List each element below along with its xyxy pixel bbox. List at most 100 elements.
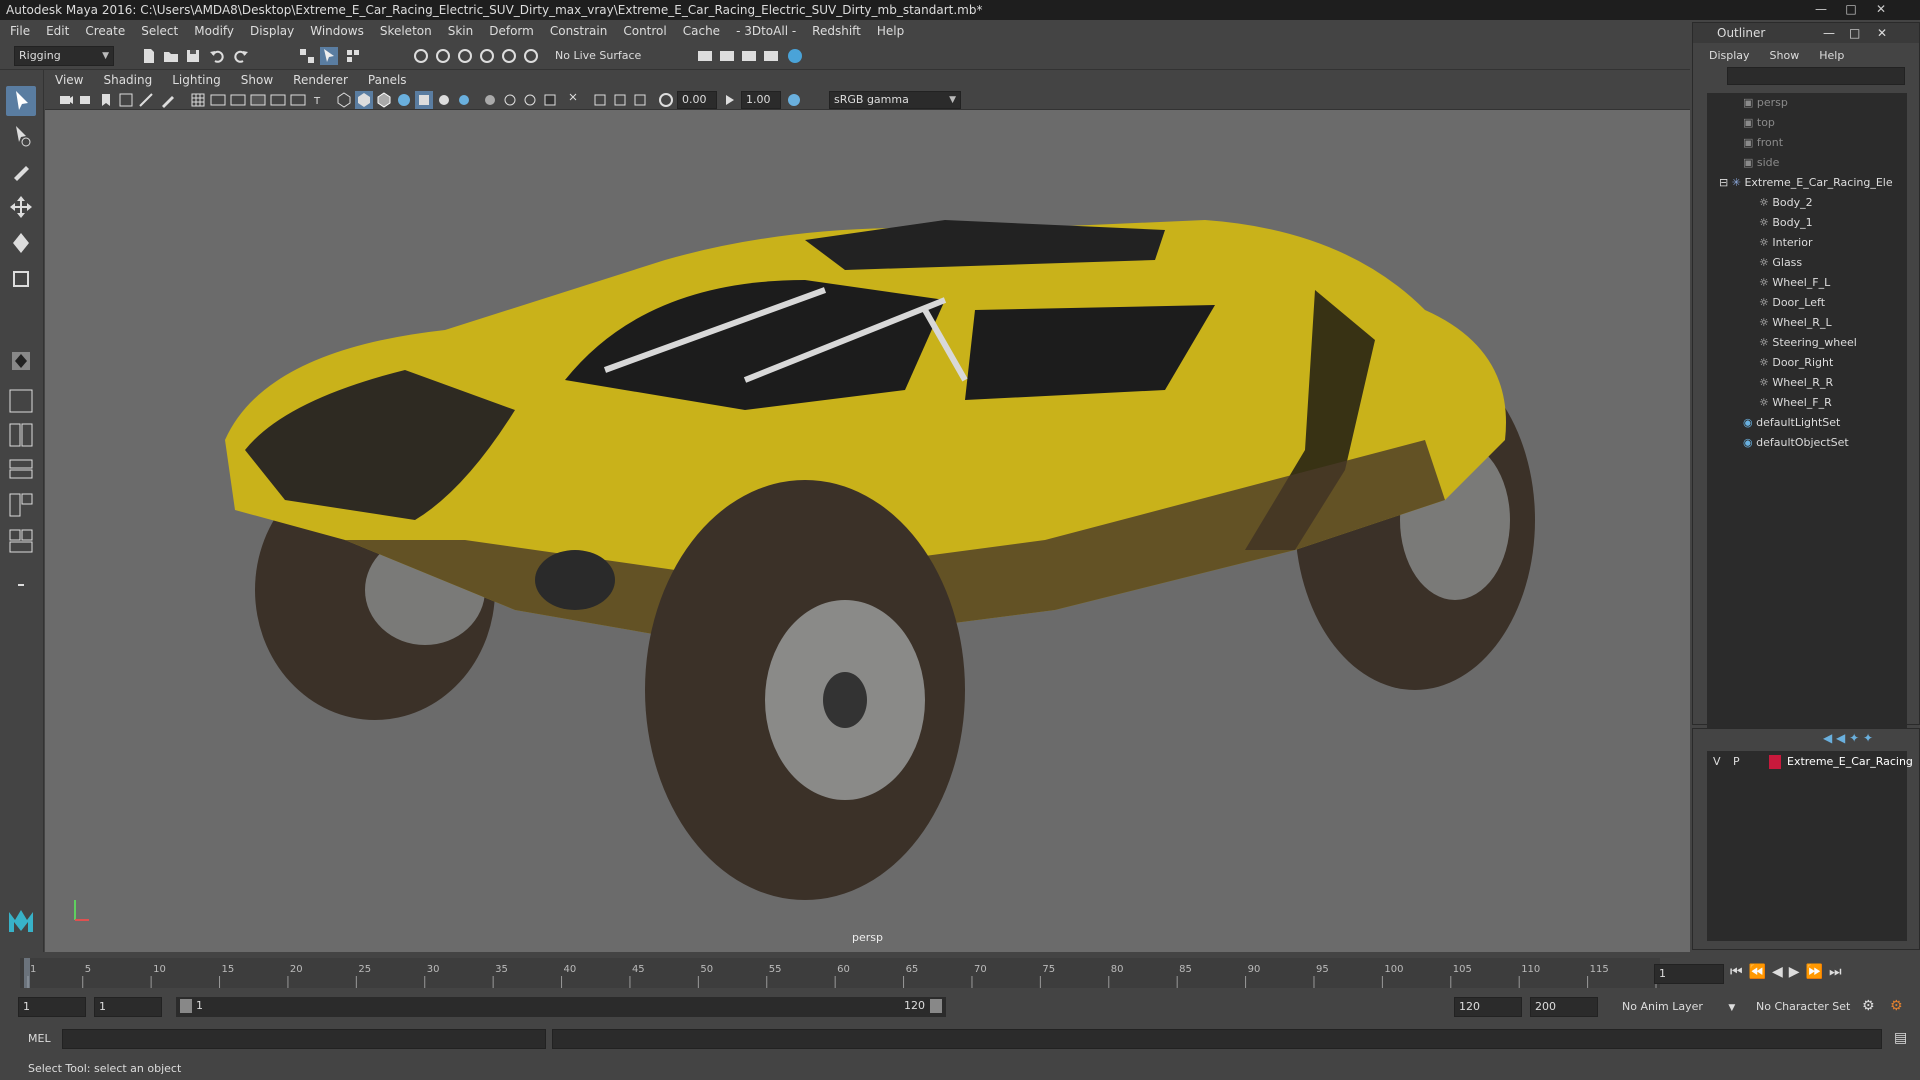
outliner-item-body-1[interactable]: ☼ Body_1 bbox=[1707, 213, 1907, 233]
undo-icon[interactable] bbox=[208, 47, 226, 65]
render-frame-icon[interactable] bbox=[718, 47, 736, 65]
ambient-occlusion-icon[interactable] bbox=[455, 91, 473, 109]
outliner-search-input[interactable] bbox=[1727, 67, 1905, 85]
field-chart-icon[interactable] bbox=[269, 91, 287, 109]
outliner-menu-display[interactable]: Display bbox=[1709, 49, 1750, 62]
menu-constrain[interactable]: Constrain bbox=[550, 24, 608, 38]
lasso-tool-icon[interactable] bbox=[6, 120, 36, 150]
menu-create[interactable]: Create bbox=[85, 24, 125, 38]
layout-persp-graph-icon[interactable] bbox=[6, 490, 36, 520]
menu-skin[interactable]: Skin bbox=[448, 24, 474, 38]
menu-display[interactable]: Display bbox=[250, 24, 294, 38]
viewport-menu-shading[interactable]: Shading bbox=[103, 73, 152, 87]
outliner-item-front[interactable]: ▣ front bbox=[1707, 133, 1907, 153]
outliner-item-body-2[interactable]: ☼ Body_2 bbox=[1707, 193, 1907, 213]
motion-blur-icon[interactable] bbox=[591, 91, 609, 109]
live-surface-label[interactable]: No Live Surface bbox=[555, 49, 641, 62]
outliner-item-persp[interactable]: ▣ persp bbox=[1707, 93, 1907, 113]
anim-layer-dropdown[interactable]: No Anim Layer ▼ bbox=[1622, 1000, 1735, 1013]
layout-hypershade-icon[interactable] bbox=[6, 526, 36, 556]
xray-components-icon[interactable] bbox=[521, 91, 539, 109]
script-editor-icon[interactable]: ▤ bbox=[1894, 1030, 1907, 1046]
layer-playback-toggle[interactable]: P bbox=[1733, 755, 1740, 768]
outliner-item-wheel-f-r[interactable]: ☼ Wheel_F_R bbox=[1707, 393, 1907, 413]
snap-point-icon[interactable] bbox=[456, 47, 474, 65]
range-start-handle[interactable] bbox=[180, 999, 192, 1013]
gamma-field[interactable]: 1.00 bbox=[741, 91, 781, 109]
cmdline-language-label[interactable]: MEL bbox=[28, 1032, 51, 1045]
outliner-menu-help[interactable]: Help bbox=[1819, 49, 1844, 62]
layer-toolbar-icons[interactable]: ◀ ◀ ✦ ✦ bbox=[1823, 731, 1913, 747]
smooth-shade-icon[interactable] bbox=[355, 91, 373, 109]
viewport-menu-renderer[interactable]: Renderer bbox=[293, 73, 348, 87]
menu-select[interactable]: Select bbox=[141, 24, 178, 38]
exposure-field[interactable]: 0.00 bbox=[677, 91, 717, 109]
playback-start-field[interactable]: 1 bbox=[94, 997, 162, 1017]
layer-color-swatch[interactable] bbox=[1769, 755, 1781, 769]
outliner-menu-show[interactable]: Show bbox=[1770, 49, 1800, 62]
menuset-dropdown[interactable]: Rigging ▼ bbox=[14, 46, 114, 66]
grid-icon[interactable] bbox=[189, 91, 207, 109]
use-lights-icon[interactable] bbox=[415, 91, 433, 109]
outliner-item-door-left[interactable]: ☼ Door_Left bbox=[1707, 293, 1907, 313]
outliner-item-interior[interactable]: ☼ Interior bbox=[1707, 233, 1907, 253]
menu-3dtoall[interactable]: - 3DtoAll - bbox=[736, 24, 796, 38]
outliner-minimize-icon[interactable]: — bbox=[1823, 23, 1835, 43]
layer-name[interactable]: Extreme_E_Car_Racing bbox=[1787, 755, 1913, 768]
move-tool-icon[interactable] bbox=[6, 192, 36, 222]
more-layouts-icon[interactable] bbox=[6, 570, 36, 600]
menu-file[interactable]: File bbox=[10, 24, 30, 38]
range-end-handle[interactable] bbox=[930, 999, 942, 1013]
camera-select-icon[interactable] bbox=[57, 91, 75, 109]
gamma-icon[interactable] bbox=[721, 91, 739, 109]
isolate-select-icon[interactable] bbox=[541, 91, 559, 109]
outliner-item-wheel-r-l[interactable]: ☼ Wheel_R_L bbox=[1707, 313, 1907, 333]
scale-tool-icon[interactable] bbox=[6, 264, 36, 294]
film-gate-icon[interactable] bbox=[209, 91, 227, 109]
hud-icon[interactable] bbox=[567, 91, 585, 109]
exposure-icon[interactable] bbox=[657, 91, 675, 109]
outliner-item-steering-wheel[interactable]: ☼ Steering_wheel bbox=[1707, 333, 1907, 353]
close-icon[interactable]: ✕ bbox=[1870, 1, 1892, 18]
multisample-icon[interactable] bbox=[611, 91, 629, 109]
camera-lock-icon[interactable] bbox=[77, 91, 95, 109]
outliner-item-wheel-r-r[interactable]: ☼ Wheel_R_R bbox=[1707, 373, 1907, 393]
time-slider[interactable]: 1 5 10 15 20 25 30 35 40 45 50 55 60 65 70 75 80 85 90 95 10… bbox=[0, 952, 1920, 994]
anim-end-field[interactable]: 200 bbox=[1530, 997, 1598, 1017]
outliner-item-default-object-set[interactable]: ◉ defaultObjectSet bbox=[1707, 433, 1907, 453]
depth-of-field-icon[interactable] bbox=[631, 91, 649, 109]
render-view-icon[interactable] bbox=[762, 47, 780, 65]
menu-redshift[interactable]: Redshift bbox=[812, 24, 861, 38]
select-component-icon[interactable] bbox=[344, 47, 362, 65]
safe-title-icon[interactable]: T bbox=[309, 91, 327, 109]
maximize-icon[interactable]: □ bbox=[1840, 1, 1862, 18]
anim-start-field[interactable]: 1 bbox=[18, 997, 86, 1017]
layer-visibility-toggle[interactable]: V bbox=[1713, 755, 1721, 768]
snap-surface-icon[interactable] bbox=[500, 47, 518, 65]
paint-select-tool-icon[interactable] bbox=[6, 156, 36, 186]
collapse-icon[interactable]: ⊟ bbox=[1719, 176, 1728, 189]
xray-joints-icon[interactable] bbox=[501, 91, 519, 109]
playback-controls[interactable]: ⏮⏪◀▶⏩⏭ bbox=[1730, 964, 1848, 980]
current-frame-field[interactable]: 1 bbox=[1654, 964, 1724, 984]
twod-pan-icon[interactable] bbox=[137, 91, 155, 109]
outliner-close-icon[interactable]: ✕ bbox=[1877, 23, 1887, 43]
layout-four-icon[interactable] bbox=[6, 420, 36, 450]
viewport-menu-view[interactable]: View bbox=[55, 73, 83, 87]
viewport-persp[interactable]: persp bbox=[45, 110, 1690, 952]
anim-prefs-icon[interactable]: ⚙ bbox=[1890, 998, 1903, 1014]
menu-help[interactable]: Help bbox=[877, 24, 904, 38]
safe-action-icon[interactable] bbox=[289, 91, 307, 109]
color-management-icon[interactable] bbox=[785, 91, 803, 109]
save-scene-icon[interactable] bbox=[184, 47, 202, 65]
snap-icon[interactable] bbox=[522, 47, 540, 65]
viewport-menu-panels[interactable]: Panels bbox=[368, 73, 407, 87]
outliner-item-default-light-set[interactable]: ◉ defaultLightSet bbox=[1707, 413, 1907, 433]
grease-pencil-icon[interactable] bbox=[159, 91, 177, 109]
hypershade-icon[interactable] bbox=[786, 47, 804, 65]
time-ruler[interactable]: 1 5 10 15 20 25 30 35 40 45 50 55 60 65 70 75 80 85 90 95 10… bbox=[20, 952, 1680, 994]
snap-view-icon[interactable] bbox=[478, 47, 496, 65]
outliner-item-group[interactable]: ⊟ ✳ Extreme_E_Car_Racing_Ele bbox=[1707, 173, 1907, 193]
outliner-item-top[interactable]: ▣ top bbox=[1707, 113, 1907, 133]
outliner-maximize-icon[interactable]: □ bbox=[1849, 23, 1860, 43]
